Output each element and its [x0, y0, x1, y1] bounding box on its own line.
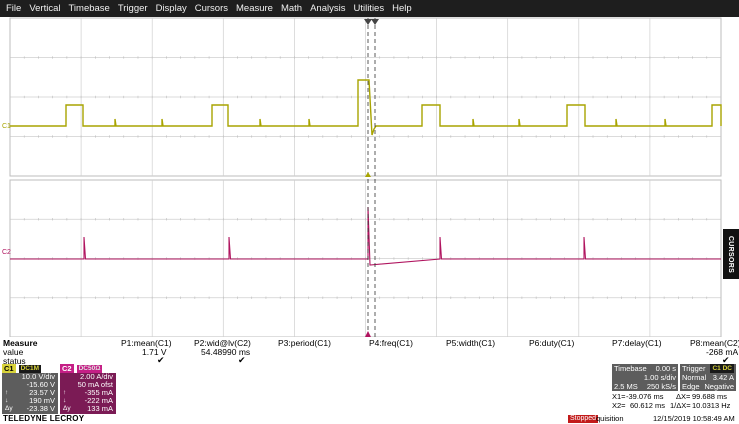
menu-bar: File Vertical Timebase Trigger Display C…	[0, 0, 739, 17]
channel2-tag: C2	[60, 364, 74, 373]
timebase-rate: 250 kS/s	[646, 382, 676, 391]
cursor-down-icon: ↓	[5, 397, 9, 404]
acquisition-status-text: quisition	[596, 414, 624, 423]
cursor-x2-value: 60.612 ms	[630, 401, 666, 410]
cursor-dx-value: 99.688 ms	[692, 392, 728, 401]
menu-vertical[interactable]: Vertical	[25, 0, 64, 17]
trigger-mode: Normal	[682, 373, 707, 382]
cursor-inv-dx-value: 10.0313 Hz	[692, 401, 731, 410]
trigger-descriptor[interactable]: Trigger C1 DC Normal 3.42 A Edge Negative	[680, 364, 736, 391]
timebase-label: Timebase	[614, 364, 647, 373]
trace-c1-label: C1	[2, 123, 11, 130]
trigger-type: Edge	[682, 382, 700, 391]
menu-cursors[interactable]: Cursors	[191, 0, 232, 17]
trigger-label: Trigger	[682, 364, 706, 373]
status-footer: TELEDYNE LECROY Stopped quisition 12/15/…	[0, 414, 739, 424]
menu-math[interactable]: Math	[277, 0, 306, 17]
menu-help[interactable]: Help	[388, 0, 416, 17]
timebase-per-div: 1.00 s/div	[643, 373, 676, 382]
trace-c2-label: C2	[2, 249, 11, 256]
measure-value-row: value 1.71 V 54.48990 ms -268 mA	[0, 347, 739, 357]
cursor-x1-label: X1=	[612, 392, 626, 401]
cursor-x2-label: X2=	[612, 401, 626, 410]
cursor-down-icon: ↓	[63, 397, 67, 404]
cursor-x1-value: -39.076 ms	[626, 392, 664, 401]
timebase-delay: 0.00 s	[655, 364, 676, 373]
trigger-slope: Negative	[704, 382, 734, 391]
channel2-descriptor[interactable]: C2 DC50Ω 2.00 A/div 50 mA ofst ↑ -355 mA …	[60, 364, 116, 414]
date-time: 12/15/2019 10:58:49 AM	[653, 414, 735, 423]
trigger-source-badge: C1 DC	[710, 364, 734, 373]
measure-table: Measure P1:mean(C1) P2:wid@lv(C2) P3:per…	[0, 337, 739, 366]
cursor-up-icon: ↑	[5, 389, 9, 396]
cursor-up-icon: ↑	[63, 389, 67, 396]
menu-file[interactable]: File	[2, 0, 25, 17]
trigger-level: 3.42 A	[712, 373, 734, 382]
menu-utilities[interactable]: Utilities	[349, 0, 388, 17]
cursor-inv-dx-label: 1/ΔX=	[670, 401, 691, 410]
cursor-readout: X1= -39.076 ms ΔX= 99.688 ms X2= 60.612 …	[612, 392, 736, 410]
brand-logo: TELEDYNE LECROY	[3, 414, 85, 423]
waveform-canvas[interactable]: C1 C2	[0, 17, 739, 337]
menu-measure[interactable]: Measure	[232, 0, 277, 17]
cursors-tab[interactable]: CURSORS	[723, 229, 739, 279]
channel2-values: 2.00 A/div 50 mA ofst ↑ -355 mA ↓ -222 mA …	[60, 373, 116, 414]
delta-y-icon: Δy	[5, 405, 13, 412]
param-p1-status-icon: ✔	[157, 355, 165, 365]
param-p2-status-icon: ✔	[238, 355, 246, 365]
channel1-delta-y: -23.38 V	[26, 404, 55, 413]
menu-timebase[interactable]: Timebase	[64, 0, 113, 17]
grid-upper	[9, 17, 722, 177]
acquisition-status-badge[interactable]: Stopped	[568, 415, 599, 423]
channel1-descriptor[interactable]: C1 DC1M 10.0 V/div -15.60 V ↑ 23.57 V ↓ 19…	[2, 364, 58, 414]
menu-trigger[interactable]: Trigger	[114, 0, 152, 17]
channel2-delta-y: 133 mA	[87, 404, 113, 413]
waveform-display[interactable]: C1 C2 CURSORS	[0, 17, 739, 337]
delta-y-icon: Δy	[63, 405, 71, 412]
timebase-descriptor[interactable]: Timebase 0.00 s 1.00 s/div 2.5 MS 250 kS/s	[612, 364, 678, 391]
cursor-dx-label: ΔX=	[676, 392, 691, 401]
measure-header-row: Measure P1:mean(C1) P2:wid@lv(C2) P3:per…	[0, 338, 739, 348]
menu-analysis[interactable]: Analysis	[306, 0, 349, 17]
menu-display[interactable]: Display	[152, 0, 191, 17]
timebase-samples: 2.5 MS	[614, 382, 638, 391]
channel1-tag: C1	[2, 364, 16, 373]
channel1-values: 10.0 V/div -15.60 V ↑ 23.57 V ↓ 190 mV Δy -…	[2, 373, 58, 414]
